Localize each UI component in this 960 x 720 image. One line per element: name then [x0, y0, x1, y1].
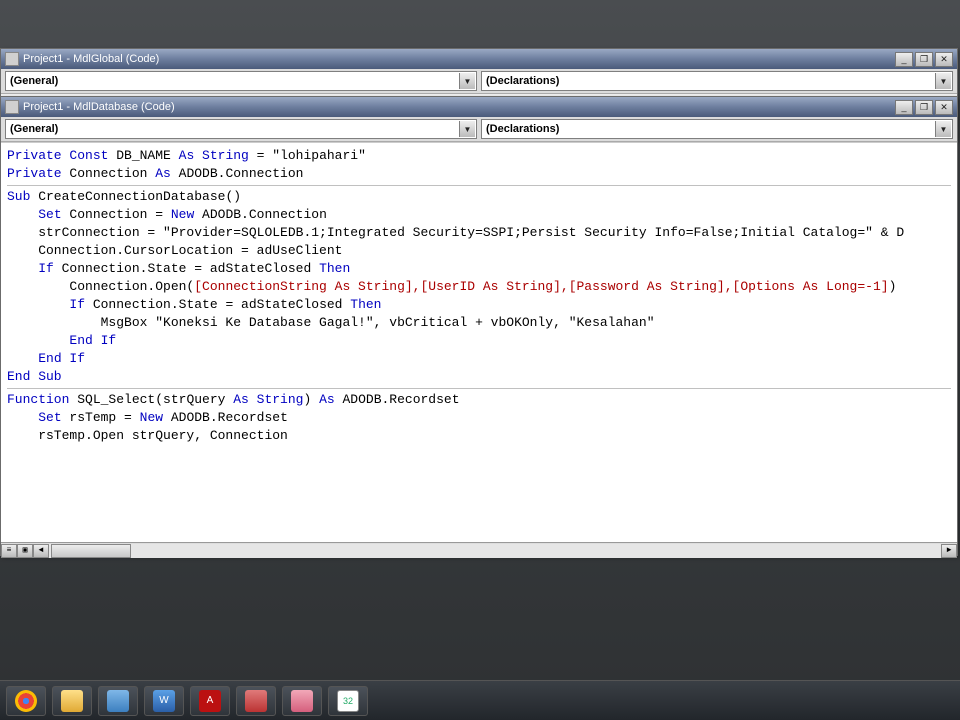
object-dropdown-label: (General)	[10, 75, 58, 87]
horizontal-scrollbar[interactable]: ≡ ▣ ◄ ►	[1, 542, 957, 558]
taskbar-app-red[interactable]	[236, 686, 276, 716]
code-line: Sub CreateConnectionDatabase()	[7, 188, 951, 206]
full-module-view-button[interactable]: ≡	[1, 544, 17, 558]
code-line: Function SQL_Select(strQuery As String) …	[7, 391, 951, 409]
restore-button[interactable]: ❐	[915, 100, 933, 115]
chevron-down-icon[interactable]: ▼	[459, 73, 475, 89]
procedure-dropdown-global[interactable]: (Declarations) ▼	[481, 71, 953, 91]
maximize-button[interactable]: ❐	[915, 52, 933, 67]
object-dropdown-global[interactable]: (General) ▼	[5, 71, 477, 91]
code-line: Connection.CursorLocation = adUseClient	[7, 242, 951, 260]
procedure-dropdown-label: (Declarations)	[486, 123, 559, 135]
taskbar-app-px[interactable]: 32	[328, 686, 368, 716]
app-icon: 32	[337, 690, 359, 712]
titlebar-mdlglobal[interactable]: Project1 - MdlGlobal (Code) _ ❐ ✕	[1, 49, 957, 69]
taskbar-app-pink[interactable]	[282, 686, 322, 716]
procedure-dropdown-label: (Declarations)	[486, 75, 559, 87]
code-line: Connection.Open([ConnectionString As Str…	[7, 278, 951, 296]
module-icon	[5, 100, 19, 114]
code-line: rsTemp.Open strQuery, Connection	[7, 427, 951, 445]
chrome-icon	[15, 690, 37, 712]
pdf-icon: A	[199, 690, 221, 712]
chevron-down-icon[interactable]: ▼	[935, 73, 951, 89]
taskbar-word[interactable]: W	[144, 686, 184, 716]
taskbar-explorer[interactable]	[52, 686, 92, 716]
code-line: End If	[7, 332, 951, 350]
chevron-down-icon[interactable]: ▼	[935, 121, 951, 137]
titlebar-mdldatabase[interactable]: Project1 - MdlDatabase (Code) _ ❐ ✕	[1, 97, 957, 117]
scroll-right-button[interactable]: ►	[941, 544, 957, 558]
taskbar-chrome[interactable]	[6, 686, 46, 716]
app-icon	[245, 690, 267, 712]
code-window-mdldatabase[interactable]: Project1 - MdlDatabase (Code) _ ❐ ✕ (Gen…	[0, 96, 958, 556]
word-icon: W	[153, 690, 175, 712]
procedure-separator	[7, 185, 951, 186]
code-line: strConnection = "Provider=SQLOLEDB.1;Int…	[7, 224, 951, 242]
code-line: Private Const DB_NAME As String = "lohip…	[7, 147, 951, 165]
code-line: End If	[7, 350, 951, 368]
scroll-thumb[interactable]	[51, 544, 131, 558]
procedure-dropdown-database[interactable]: (Declarations) ▼	[481, 119, 953, 139]
code-editor[interactable]: Private Const DB_NAME As String = "lohip…	[1, 142, 957, 558]
window-title: Project1 - MdlDatabase (Code)	[23, 101, 175, 113]
taskbar-app-blue[interactable]	[98, 686, 138, 716]
code-line: Set Connection = New ADODB.Connection	[7, 206, 951, 224]
object-dropdown-label: (General)	[10, 123, 58, 135]
close-button[interactable]: ✕	[935, 100, 953, 115]
app-icon	[291, 690, 313, 712]
close-button[interactable]: ✕	[935, 52, 953, 67]
scroll-left-button[interactable]: ◄	[33, 544, 49, 558]
app-icon	[107, 690, 129, 712]
object-dropdown-database[interactable]: (General) ▼	[5, 119, 477, 139]
window-title: Project1 - MdlGlobal (Code)	[23, 53, 159, 65]
code-line: If Connection.State = adStateClosed Then	[7, 296, 951, 314]
minimize-button[interactable]: _	[895, 100, 913, 115]
code-line: Set rsTemp = New ADODB.Recordset	[7, 409, 951, 427]
code-line: End Sub	[7, 368, 951, 386]
procedure-separator	[7, 388, 951, 389]
scroll-track[interactable]	[49, 544, 941, 558]
module-icon	[5, 52, 19, 66]
minimize-button[interactable]: _	[895, 52, 913, 67]
procedure-view-button[interactable]: ▣	[17, 544, 33, 558]
taskbar-pdf[interactable]: A	[190, 686, 230, 716]
folder-icon	[61, 690, 83, 712]
chevron-down-icon[interactable]: ▼	[459, 121, 475, 137]
code-line: If Connection.State = adStateClosed Then	[7, 260, 951, 278]
code-line: MsgBox "Koneksi Ke Database Gagal!", vbC…	[7, 314, 951, 332]
intellisense-hint: [ConnectionString As String],[UserID As …	[194, 279, 888, 294]
code-line: Private Connection As ADODB.Connection	[7, 165, 951, 183]
taskbar[interactable]: W A 32	[0, 680, 960, 720]
